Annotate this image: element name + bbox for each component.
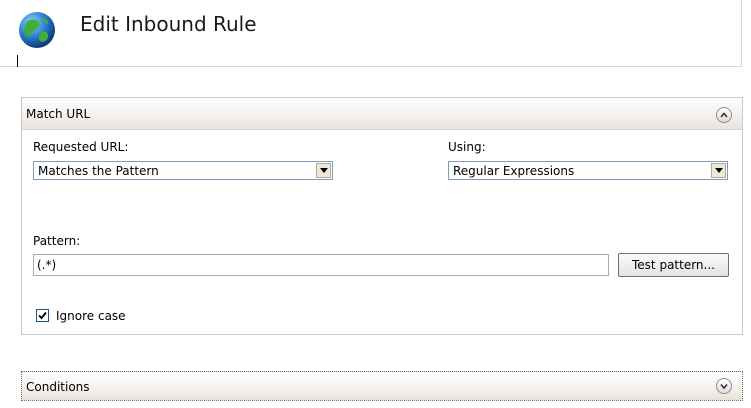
pattern-label: Pattern: [33,234,81,248]
section-title: Conditions [26,380,90,394]
requested-url-label: Requested URL: [33,140,129,154]
text-cursor [17,55,18,67]
chevron-up-icon [720,112,728,118]
test-pattern-button[interactable]: Test pattern... [618,253,729,277]
ignore-case-label[interactable]: Ignore case [56,309,126,323]
using-label: Using: [448,140,486,154]
using-select[interactable]: Regular Expressions [448,161,728,180]
dropdown-arrow-icon[interactable] [711,163,726,178]
collapse-button[interactable] [716,107,732,123]
requested-url-value: Matches the Pattern [38,164,159,178]
ignore-case-checkbox[interactable] [36,309,49,322]
dropdown-arrow-icon[interactable] [316,163,331,178]
chevron-down-icon [720,383,728,390]
match-url-section-header[interactable]: Match URL [22,98,742,130]
section-title: Match URL [26,107,91,121]
pattern-input[interactable]: (.*) [33,254,609,276]
match-url-section: Match URL Requested URL: Matches the Pat… [21,97,743,335]
page-header: Edit Inbound Rule [0,0,742,67]
page-title: Edit Inbound Rule [80,12,257,36]
using-value: Regular Expressions [453,164,575,178]
expand-button[interactable] [716,378,732,394]
checkmark-icon [38,311,47,320]
globe-icon [19,12,55,48]
pattern-value: (.*) [37,258,57,272]
conditions-section-header[interactable]: Conditions [21,371,743,401]
requested-url-select[interactable]: Matches the Pattern [33,161,333,180]
